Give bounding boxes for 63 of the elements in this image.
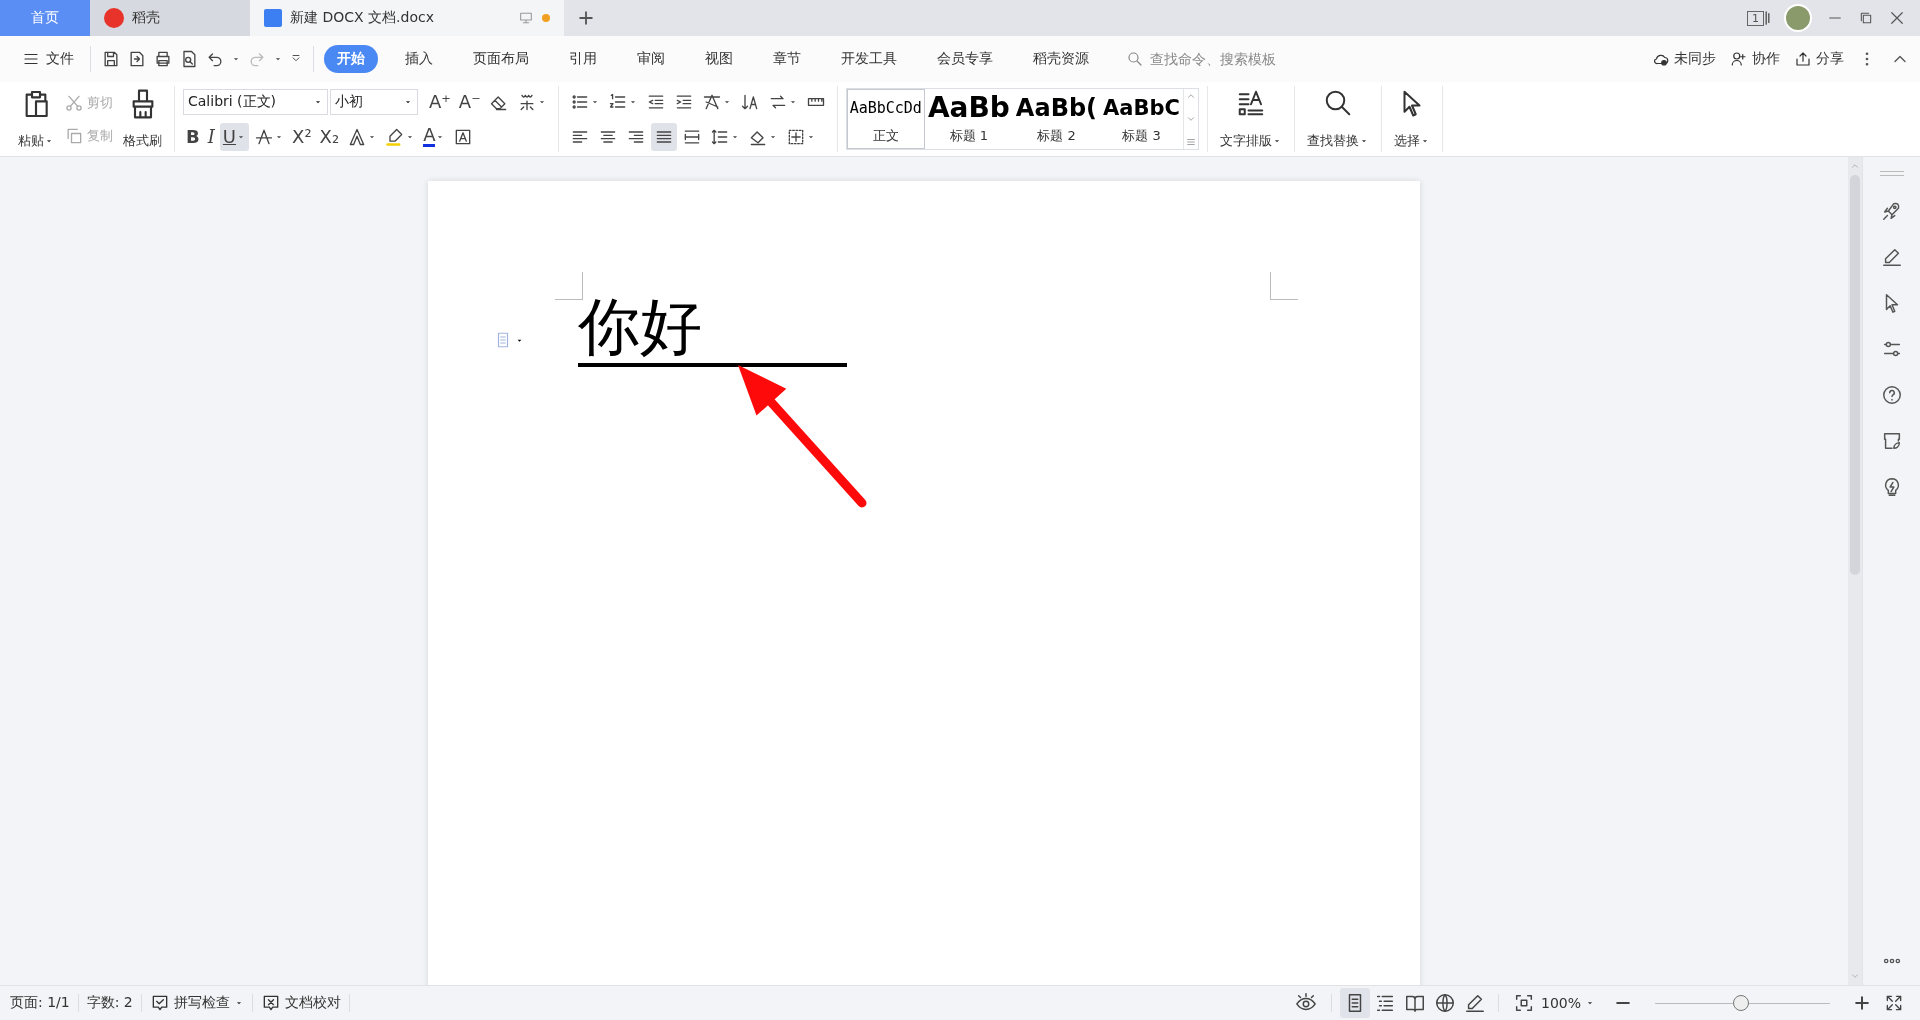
proofread-button[interactable]: 文档校对 [260, 993, 341, 1013]
globe-icon [1433, 992, 1456, 1014]
subscript-button[interactable]: X₂ [316, 122, 343, 151]
ribbon-tab[interactable]: 会员专享 [924, 45, 1006, 73]
style-option[interactable]: AaBbCcDd 正文 [846, 89, 925, 149]
shrink-button[interactable]: A⁻ [455, 87, 484, 116]
ribbon-tab[interactable]: 章节 [760, 45, 814, 73]
text-layout-button[interactable]: 文字排版 [1215, 86, 1286, 152]
pen-icon[interactable] [1880, 246, 1903, 268]
flame-logo-icon [104, 8, 124, 28]
ribbon-tab[interactable]: 页面布局 [460, 45, 542, 73]
search-icon [1126, 50, 1144, 68]
select-button[interactable]: 选择 [1389, 86, 1434, 152]
superscript-button[interactable]: X² [289, 122, 315, 151]
search-field[interactable]: 查找命令、搜索模板 [1148, 50, 1328, 68]
add-user-icon [1730, 50, 1748, 68]
font-size-field[interactable]: 小初 [330, 88, 418, 115]
drag-handle[interactable] [1879, 171, 1904, 176]
ribbon-tab[interactable]: 引用 [556, 45, 610, 73]
tab[interactable]: 稻壳 [90, 0, 250, 36]
new-tab-icon[interactable] [576, 8, 596, 28]
color-button[interactable]: A [420, 122, 449, 151]
style-option[interactable]: AaBb 标题 1 [924, 89, 1013, 149]
ribbon-tab[interactable]: 稻壳资源 [1020, 45, 1102, 73]
italic-button[interactable]: I [204, 122, 218, 151]
ribbon-tab[interactable]: 开发工具 [828, 45, 910, 73]
collaborate-button[interactable]: 协作 [1730, 50, 1780, 68]
fullscreen-icon[interactable] [1884, 993, 1904, 1013]
ribbon-tab[interactable]: 插入 [392, 45, 446, 73]
bold-button[interactable]: B [183, 122, 203, 151]
avatar[interactable] [1784, 4, 1812, 32]
font-name-field[interactable]: Calibri (正文) [183, 88, 328, 115]
help-icon[interactable] [1880, 384, 1903, 406]
justify-button[interactable] [650, 122, 677, 151]
ribbon-tab[interactable]: 视图 [692, 45, 746, 73]
zoom-level-button[interactable]: 100% [1540, 995, 1595, 1011]
share-icon [1794, 50, 1812, 68]
slider-thumb[interactable] [1732, 995, 1749, 1011]
spell-check-button[interactable]: 拼写检查 [149, 993, 244, 1013]
pen-icon [1463, 992, 1486, 1014]
zoom-in-icon[interactable] [1852, 993, 1872, 1013]
document-logo-icon [264, 9, 282, 27]
grow-button[interactable]: A⁺ [426, 87, 454, 116]
margin-corner-mark [555, 272, 583, 300]
paste-button[interactable]: 粘贴 [14, 86, 58, 152]
close-icon[interactable] [1888, 9, 1906, 27]
page-count: 页面: 1/1 [10, 994, 70, 1012]
word-count: 字数: 2 [86, 994, 133, 1012]
file-menu-button[interactable]: 文件 [16, 46, 80, 72]
margin-corner-mark [1270, 272, 1298, 300]
page-view-button[interactable] [1339, 988, 1370, 1018]
tab[interactable]: 新建 DOCX 文档.docx [250, 0, 564, 36]
share-button[interactable]: 分享 [1794, 50, 1844, 68]
underline-button[interactable]: U [219, 122, 250, 151]
bars-icon [1765, 11, 1770, 25]
ribbon-tab[interactable]: 审阅 [624, 45, 678, 73]
document-text: 你好 [578, 291, 847, 367]
restore-icon[interactable] [1858, 10, 1874, 26]
style-option[interactable]: AaBb( 标题 2 [1012, 89, 1101, 149]
style-option[interactable]: AaBbC 标题 3 [1100, 89, 1183, 149]
find-replace-button[interactable]: 查找替换 [1302, 86, 1373, 152]
format-painter-button[interactable]: 格式刷 [119, 86, 166, 152]
sync-status-button[interactable]: 未同步 [1652, 50, 1716, 68]
